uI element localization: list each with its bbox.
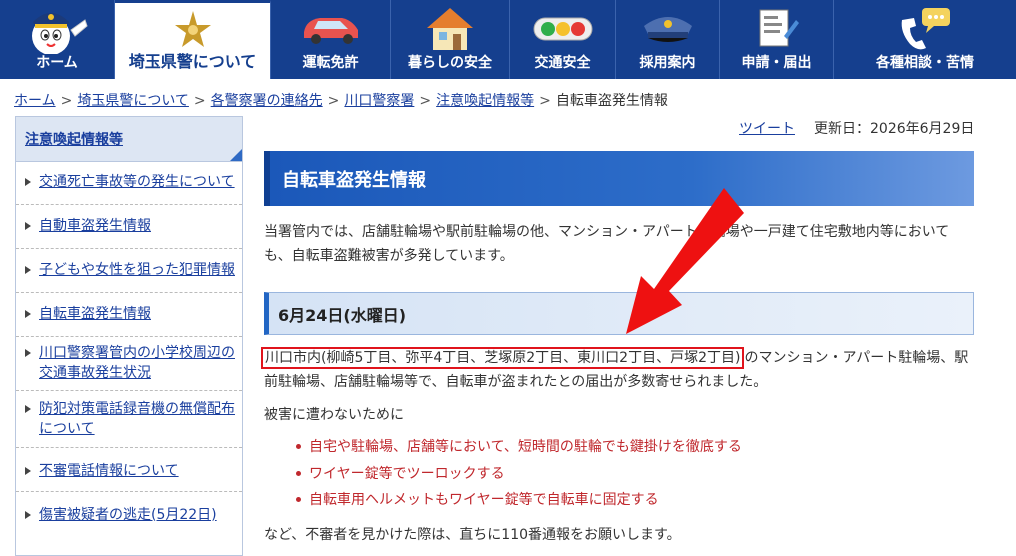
closing-text: など、不審者を見かけた際は、直ちに110番通報をお願いします。: [264, 527, 681, 543]
sidebar-item-car-theft[interactable]: 自動車盗発生情報: [16, 205, 242, 249]
page-meta: ツイート 更新日：2026年6月29日: [739, 118, 974, 138]
sidebar-item-label[interactable]: 自転車盗発生情報: [39, 304, 236, 324]
nav-life-safety[interactable]: 暮らしの安全: [391, 0, 510, 79]
section-date: 6月24日(水曜日): [278, 306, 407, 325]
nav-label: 運転免許: [302, 55, 359, 71]
sidebar-item-label[interactable]: 傷害被疑者の逃走(5月22日): [39, 505, 236, 525]
nav-drivers-license[interactable]: 運転免許: [271, 0, 391, 79]
tweet-link[interactable]: ツイート: [739, 121, 795, 137]
triangle-bullet-icon: [25, 266, 31, 274]
highlighted-locations: 川口市内(柳崎5丁目、弥平4丁目、芝塚原2丁目、東川口2丁目、戸塚2丁目): [261, 347, 745, 369]
nav-consultation[interactable]: 各種相談・苦情: [834, 0, 1016, 79]
sidebar-item-label[interactable]: 子どもや女性を狙った犯罪情報: [39, 260, 236, 280]
updated-date: 更新日：2026年6月29日: [814, 121, 975, 137]
list-item: ワイヤー錠等でツーロックする: [292, 463, 742, 490]
triangle-bullet-icon: [25, 511, 31, 519]
sidebar-heading[interactable]: 注意喚起情報等: [16, 117, 242, 162]
incident-paragraph: 川口市内(柳崎5丁目、弥平4丁目、芝塚原2丁目、東川口2丁目、戸塚2丁目) のマン…: [261, 346, 976, 394]
list-item: 自転車用ヘルメットもワイヤー錠等で自転車に固定する: [292, 489, 742, 516]
breadcrumb-current: 自転車盗発生情報: [555, 93, 668, 109]
nav-recruitment[interactable]: 採用案内: [616, 0, 720, 79]
page-title: 自転車盗発生情報: [282, 170, 426, 191]
section-date-heading: 6月24日(水曜日): [264, 292, 974, 335]
police-cap-icon: [643, 17, 692, 42]
police-emblem-icon: [174, 11, 211, 47]
nav-label: 暮らしの安全: [408, 55, 492, 71]
global-nav: ホーム 埼玉県警について 運転免許 暮らしの安全 交通安全 採用案内 申請・届出…: [0, 0, 1016, 79]
house-icon: [427, 8, 473, 50]
sidebar-item-crimes-women-children[interactable]: 子どもや女性を狙った犯罪情報: [16, 249, 242, 293]
sidebar: 注意喚起情報等 交通死亡事故等の発生について 自動車盗発生情報 子どもや女性を狙…: [15, 116, 243, 556]
page-title-bar: 自転車盗発生情報: [264, 151, 974, 206]
intro-text: 当署管内では、店舗駐輪場や駅前駐輪場の他、マンション・アパート駐輪場や一戸建て住…: [264, 224, 950, 264]
breadcrumb-separator: >: [327, 93, 340, 109]
mascot-icon: [32, 13, 88, 54]
breadcrumb: ホーム > 埼玉県警について > 各警察署の連絡先 > 川口警察署 > 注意喚起情報等 > 自転車盗…: [14, 90, 668, 110]
car-icon: [303, 18, 358, 44]
nav-applications[interactable]: 申請・届出: [720, 0, 834, 79]
nav-label: 各種相談・苦情: [876, 55, 974, 71]
sidebar-item-suspicious-calls[interactable]: 不審電話情報について: [16, 448, 242, 492]
prevention-heading: 被害に遭わないために: [264, 407, 404, 423]
sidebar-item-bicycle-theft[interactable]: 自転車盗発生情報: [16, 293, 242, 337]
triangle-bullet-icon: [25, 178, 31, 186]
nav-label: 交通安全: [534, 55, 591, 71]
nav-traffic-safety[interactable]: 交通安全: [510, 0, 616, 79]
traffic-light-icon: [533, 17, 592, 41]
breadcrumb-separator: >: [60, 93, 73, 109]
triangle-bullet-icon: [25, 349, 31, 357]
triangle-bullet-icon: [25, 222, 31, 230]
sidebar-item-school-accidents[interactable]: 川口警察署管内の小学校周辺の交通事故発生状況: [16, 337, 242, 391]
breadcrumb-separator: >: [419, 93, 432, 109]
nav-label: ホーム: [36, 55, 78, 71]
nav-home[interactable]: ホーム: [0, 0, 115, 79]
sidebar-item-suspect-escape[interactable]: 傷害被疑者の逃走(5月22日): [16, 492, 242, 536]
breadcrumb-kawaguchi[interactable]: 川口警察署: [344, 93, 414, 109]
prevention-tips: 自宅や駐輪場、店舗等において、短時間の駐輪でも鍵掛けを徹底する ワイヤー錠等でツ…: [292, 436, 742, 516]
list-item: 自宅や駐輪場、店舗等において、短時間の駐輪でも鍵掛けを徹底する: [292, 436, 742, 463]
phone-chat-icon: [901, 8, 950, 50]
breadcrumb-separator: >: [193, 93, 206, 109]
sidebar-item-label[interactable]: 不審電話情報について: [39, 461, 236, 481]
form-document-icon: [759, 9, 799, 47]
triangle-bullet-icon: [25, 467, 31, 475]
sidebar-item-phone-recorder[interactable]: 防犯対策電話録音機の無償配布について: [16, 391, 242, 448]
breadcrumb-separator: >: [539, 93, 551, 109]
sidebar-item-label[interactable]: 川口警察署管内の小学校周辺の交通事故発生状況: [39, 343, 236, 383]
triangle-bullet-icon: [25, 405, 31, 413]
sidebar-item-label[interactable]: 交通死亡事故等の発生について: [39, 172, 236, 192]
corner-triangle-icon: [230, 149, 242, 161]
sidebar-item-label[interactable]: 防犯対策電話録音機の無償配布について: [39, 399, 236, 439]
breadcrumb-stations[interactable]: 各警察署の連絡先: [211, 93, 323, 109]
nav-label: 申請・届出: [741, 55, 812, 71]
breadcrumb-home[interactable]: ホーム: [14, 93, 56, 109]
nav-about-police[interactable]: 埼玉県警について: [115, 0, 271, 79]
sidebar-heading-label[interactable]: 注意喚起情報等: [25, 129, 123, 149]
nav-label: 採用案内: [639, 55, 696, 71]
sidebar-item-label[interactable]: 自動車盗発生情報: [39, 216, 236, 236]
breadcrumb-alerts[interactable]: 注意喚起情報等: [436, 93, 534, 109]
breadcrumb-about[interactable]: 埼玉県警について: [77, 93, 189, 109]
triangle-bullet-icon: [25, 310, 31, 318]
sidebar-item-traffic-deaths[interactable]: 交通死亡事故等の発生について: [16, 162, 242, 205]
